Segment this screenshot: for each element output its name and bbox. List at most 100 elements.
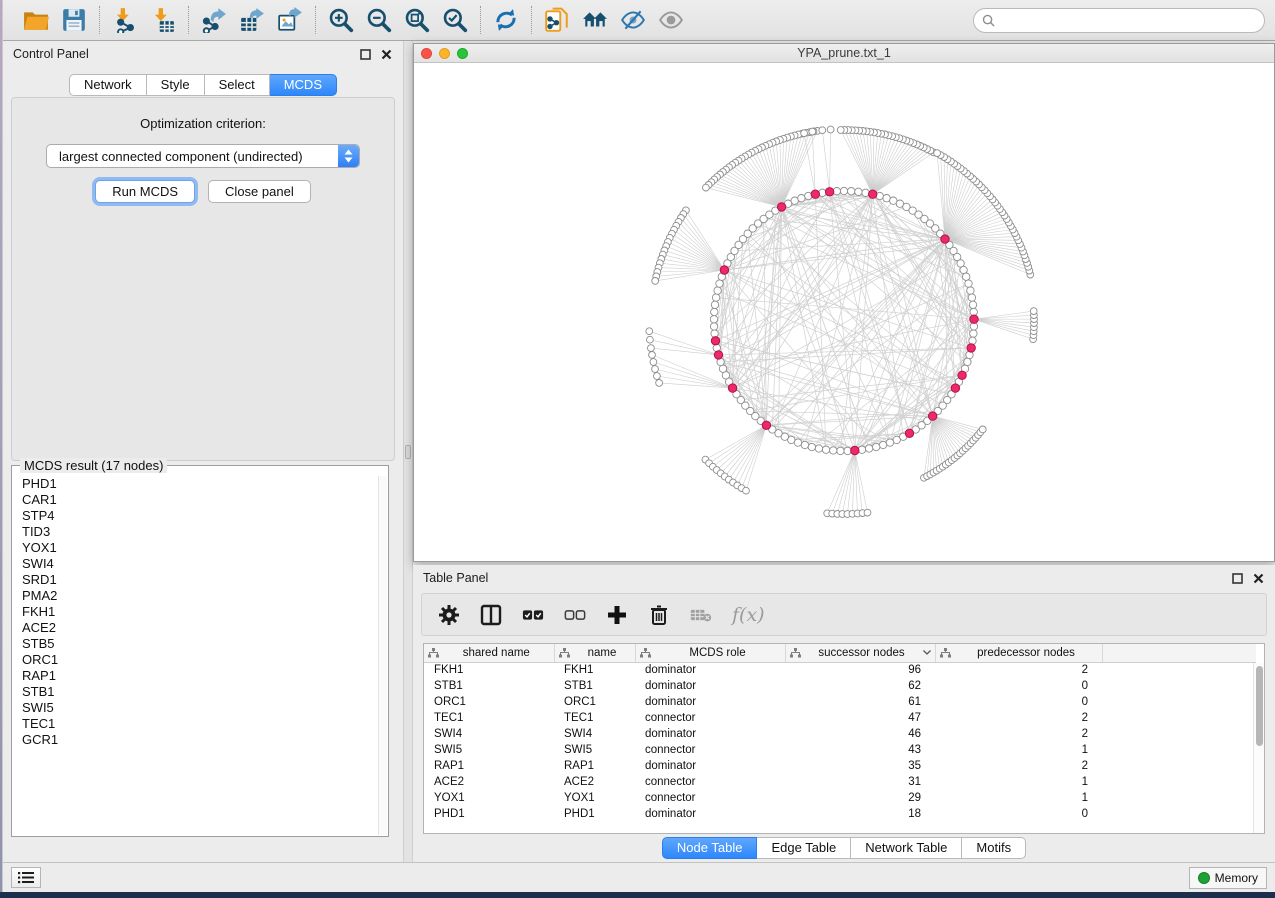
zoom-in-icon[interactable] [328,7,354,33]
table-row[interactable]: PHD1PHD1dominator180 [424,806,1256,822]
network-canvas[interactable] [414,63,1274,561]
optimization-select[interactable]: largest connected component (undirected) [46,144,360,168]
function-builder-icon[interactable]: f(x) [732,604,765,626]
split-divider-handle[interactable] [405,445,411,459]
table-row[interactable]: TEC1TEC1connector472 [424,710,1256,726]
mcds-result-item[interactable]: STB1 [22,684,378,700]
attribute-type-icon [940,648,951,658]
memory-status-icon [1198,872,1210,884]
column-header[interactable]: shared name [424,644,554,662]
first-neighbors-icon[interactable] [582,7,608,33]
mcds-result-item[interactable]: STP4 [22,508,378,524]
tab-motifs[interactable]: Motifs [962,837,1026,859]
tab-select[interactable]: Select [205,74,270,96]
mcds-result-item[interactable]: PHD1 [22,476,378,492]
mcds-result-item[interactable]: FKH1 [22,604,378,620]
mcds-result-item[interactable]: YOX1 [22,540,378,556]
mcds-options-panel: Optimization criterion: largest connecte… [11,97,395,461]
table-scrollbar[interactable] [1253,663,1264,833]
delete-table-icon[interactable] [690,604,712,626]
search-input[interactable] [1000,13,1264,27]
column-header[interactable]: MCDS role [635,644,785,662]
network-window-title: YPA_prune.txt_1 [414,46,1274,60]
column-header[interactable]: name [554,644,635,662]
sort-chevron-icon [923,650,931,655]
mcds-result-item[interactable]: PMA2 [22,588,378,604]
select-all-icon[interactable] [522,604,544,626]
mcds-result-item[interactable]: ACE2 [22,620,378,636]
zoom-fit-icon[interactable] [404,7,430,33]
close-panel-button[interactable] [380,48,393,61]
float-panel-button[interactable] [359,48,372,61]
refresh-layout-icon[interactable] [493,7,519,33]
table-row[interactable]: SWI5SWI5connector431 [424,742,1256,758]
mcds-result-item[interactable]: SWI5 [22,700,378,716]
save-session-icon[interactable] [61,7,87,33]
optimization-criterion-label: Optimization criterion: [12,116,394,131]
export-table-icon[interactable] [239,7,265,33]
open-file-icon[interactable] [23,7,49,33]
tab-mcds[interactable]: MCDS [270,74,337,96]
tab-network-table[interactable]: Network Table [851,837,962,859]
delete-row-icon[interactable] [648,604,670,626]
search-icon [982,14,995,27]
network-window-titlebar[interactable]: YPA_prune.txt_1 [414,44,1274,63]
export-network-icon[interactable] [201,7,227,33]
mcds-result-item[interactable]: GCR1 [22,732,378,748]
column-header[interactable]: predecessor nodes [935,644,1102,662]
run-mcds-button[interactable]: Run MCDS [95,180,195,203]
memory-button[interactable]: Memory [1189,867,1267,889]
zoom-selected-icon[interactable] [442,7,468,33]
tab-node-table[interactable]: Node Table [662,837,758,859]
node-table[interactable]: shared name name MCDS role successor nod… [423,643,1265,834]
table-scrollbar-thumb[interactable] [1256,666,1263,746]
close-panel-button-mcds[interactable]: Close panel [208,180,311,203]
table-row[interactable]: ACE2ACE2connector311 [424,774,1256,790]
mcds-result-item[interactable]: TID3 [22,524,378,540]
table-row[interactable]: FKH1FKH1dominator962 [424,662,1256,678]
add-row-icon[interactable] [606,604,628,626]
zoom-out-icon[interactable] [366,7,392,33]
settings-gear-icon[interactable] [438,604,460,626]
mcds-result-item[interactable]: SWI4 [22,556,378,572]
tab-edge-table[interactable]: Edge Table [757,837,851,859]
float-table-panel-button[interactable] [1231,572,1244,585]
columns-icon[interactable] [480,604,502,626]
mcds-result-item[interactable]: RAP1 [22,668,378,684]
show-hidden-icon[interactable] [658,7,684,33]
share-document-icon[interactable] [544,7,570,33]
column-header[interactable]: successor nodes [785,644,935,662]
export-image-icon[interactable] [277,7,303,33]
table-row[interactable]: RAP1RAP1dominator352 [424,758,1256,774]
import-network-icon[interactable] [112,7,138,33]
mcds-result-item[interactable]: TEC1 [22,716,378,732]
tab-network[interactable]: Network [69,74,147,96]
table-row[interactable]: STB1STB1dominator620 [424,678,1256,694]
hide-selected-icon[interactable] [620,7,646,33]
table-row[interactable]: ORC1ORC1dominator610 [424,694,1256,710]
close-table-panel-button[interactable] [1252,572,1265,585]
table-row[interactable]: SWI4SWI4dominator462 [424,726,1256,742]
mcds-result-item[interactable]: CAR1 [22,492,378,508]
window-zoom-icon[interactable] [457,48,468,59]
import-table-icon[interactable] [150,7,176,33]
list-icon [18,871,34,884]
window-minimize-icon[interactable] [439,48,450,59]
table-tabs: Node Table Edge Table Network Table Moti… [662,837,1026,859]
task-history-button[interactable] [11,867,41,888]
mcds-result-list[interactable]: PHD1CAR1STP4TID3YOX1SWI4SRD1PMA2FKH1ACE2… [13,476,378,835]
mcds-result-item[interactable]: SRD1 [22,572,378,588]
network-view-window: YPA_prune.txt_1 [413,43,1275,562]
window-close-icon[interactable] [421,48,432,59]
control-panel-title: Control Panel [13,47,89,61]
table-row[interactable]: YOX1YOX1connector291 [424,790,1256,806]
control-panel-tabs: Network Style Select MCDS [69,74,337,96]
deselect-all-icon[interactable] [564,604,586,626]
split-divider[interactable] [403,41,413,862]
search-box[interactable] [973,8,1265,33]
attribute-type-icon [428,648,439,658]
mcds-result-item[interactable]: ORC1 [22,652,378,668]
mcds-result-item[interactable]: STB5 [22,636,378,652]
mcds-list-scrollbar[interactable] [378,476,387,835]
tab-style[interactable]: Style [147,74,205,96]
